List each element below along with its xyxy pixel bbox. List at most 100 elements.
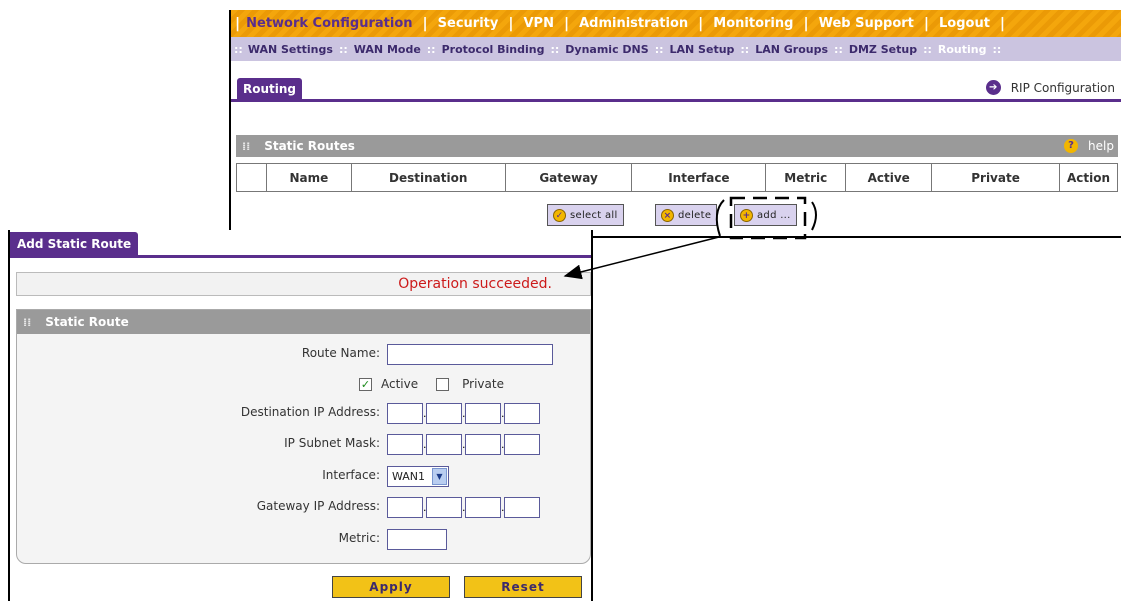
gateway-ip-octet-2[interactable] [426, 497, 462, 518]
destination-ip-octet-3[interactable] [465, 403, 501, 424]
nav-separator: | [563, 15, 570, 32]
nav-network-configuration[interactable]: Network Configuration [246, 16, 412, 31]
table-header-row: Name Destination Gateway Interface Metri… [236, 163, 1119, 192]
column-header-select [236, 163, 267, 192]
nav-separator: | [698, 15, 704, 32]
route-name-input[interactable] [387, 344, 553, 365]
subnav-separator: :: [654, 42, 664, 56]
subnav-lan-groups[interactable]: LAN Groups [755, 43, 828, 56]
nav-separator: | [235, 15, 241, 32]
interface-select[interactable]: WAN1 ▼ [387, 466, 449, 487]
subnet-mask-octet-4[interactable] [504, 434, 540, 455]
column-header-destination: Destination [350, 163, 506, 192]
static-routes-title: Static Routes [264, 139, 355, 153]
metric-row: Metric: [17, 528, 590, 552]
subnet-mask-octet-3[interactable] [465, 434, 501, 455]
static-route-header: ⁞⁞ Static Route [17, 310, 590, 334]
destination-ip-label: Destination IP Address: [240, 405, 380, 419]
subnav-dynamic-dns[interactable]: Dynamic DNS [565, 43, 648, 56]
subnav-separator: :: [923, 42, 932, 56]
interface-value: WAN1 [392, 470, 426, 483]
nav-logout[interactable]: Logout [939, 16, 990, 31]
active-private-row: ✓ Active Private [17, 373, 590, 397]
nav-separator: | [422, 15, 428, 32]
grip-icon: ⁞⁞ [242, 140, 251, 153]
column-header-metric: Metric [765, 163, 847, 192]
subnav-dmz-setup[interactable]: DMZ Setup [849, 43, 917, 56]
destination-ip-octet-2[interactable] [426, 403, 462, 424]
rip-configuration-link[interactable]: ➔ RIP Configuration [985, 80, 1115, 95]
nav-administration[interactable]: Administration [579, 16, 688, 31]
nav-separator: | [803, 15, 809, 32]
grip-icon: ⁞⁞ [23, 316, 32, 329]
gateway-ip-octet-4[interactable] [504, 497, 540, 518]
metric-label: Metric: [338, 531, 380, 545]
routing-window: | Network Configuration | Security | VPN… [229, 10, 1121, 238]
rip-configuration-label: RIP Configuration [1010, 80, 1115, 95]
column-header-name: Name [265, 163, 352, 192]
column-header-active: Active [845, 163, 933, 192]
subnet-mask-fields: . . . [387, 434, 540, 455]
metric-input[interactable] [387, 529, 447, 550]
add-route-tab-strip: Add Static Route [10, 230, 591, 258]
destination-ip-fields: . . . [387, 403, 540, 424]
route-name-label: Route Name: [301, 346, 380, 360]
help-link[interactable]: ? help [1064, 135, 1114, 157]
check-icon: ✓ [553, 208, 566, 222]
tab-add-static-route[interactable]: Add Static Route [10, 232, 139, 258]
subnav-separator: :: [234, 42, 243, 56]
subnav-wan-mode[interactable]: WAN Mode [354, 43, 421, 56]
static-route-title: Static Route [45, 315, 129, 329]
destination-ip-octet-4[interactable] [504, 403, 540, 424]
gateway-ip-row: Gateway IP Address: . . . [17, 496, 590, 520]
subnav-wan-settings[interactable]: WAN Settings [248, 43, 333, 56]
add-static-route-panel: Add Static Route Operation succeeded. ⁞⁞… [8, 230, 593, 601]
gateway-ip-octet-3[interactable] [465, 497, 501, 518]
active-checkbox[interactable]: ✓ [359, 377, 372, 391]
subnet-mask-octet-1[interactable] [387, 434, 423, 455]
reset-button[interactable]: Reset [464, 576, 582, 598]
nav-web-support[interactable]: Web Support [819, 16, 914, 31]
gateway-ip-octet-1[interactable] [387, 497, 423, 518]
nav-separator: | [508, 15, 514, 32]
select-all-button[interactable]: ✓ select all [547, 204, 624, 226]
add-label: add ... [757, 209, 791, 221]
routing-tab-strip: Routing ➔ RIP Configuration [231, 76, 1121, 102]
subnav-separator: :: [740, 42, 750, 56]
static-route-form: ⁞⁞ Static Route Route Name: ✓ Active Pri… [16, 309, 591, 564]
column-header-action: Action [1058, 163, 1119, 192]
subnav-separator: :: [550, 42, 560, 56]
close-icon: × [661, 208, 674, 222]
interface-label: Interface: [322, 468, 380, 482]
destination-ip-octet-1[interactable] [387, 403, 423, 424]
select-all-label: select all [570, 209, 618, 221]
tab-routing[interactable]: Routing [237, 78, 303, 102]
arrow-right-icon: ➔ [985, 80, 1001, 95]
help-label: help [1088, 139, 1114, 153]
add-button[interactable]: + add ... [734, 204, 797, 226]
static-routes-table: Name Destination Gateway Interface Metri… [236, 163, 1119, 192]
chevron-down-icon: ▼ [432, 468, 447, 485]
status-message: Operation succeeded. [16, 272, 591, 296]
subnet-mask-octet-2[interactable] [426, 434, 462, 455]
delete-label: delete [678, 209, 712, 221]
nav-vpn[interactable]: VPN [523, 16, 553, 31]
subnav-separator: :: [338, 42, 348, 56]
private-label: Private [462, 377, 504, 391]
delete-button[interactable]: × delete [655, 204, 718, 226]
secondary-nav: :: WAN Settings :: WAN Mode :: Protocol … [231, 37, 1121, 61]
subnav-lan-setup[interactable]: LAN Setup [670, 43, 735, 56]
plus-icon: + [740, 208, 753, 222]
nav-monitoring[interactable]: Monitoring [713, 16, 793, 31]
help-icon: ? [1064, 139, 1079, 153]
subnav-routing[interactable]: Routing [938, 43, 987, 56]
subnav-protocol-binding[interactable]: Protocol Binding [442, 43, 545, 56]
private-checkbox[interactable] [436, 377, 450, 391]
apply-button[interactable]: Apply [332, 576, 450, 598]
nav-separator: | [923, 15, 929, 32]
active-private-group: ✓ Active Private [359, 377, 504, 391]
static-routes-header: ⁞⁞ Static Routes ? help [236, 135, 1118, 157]
nav-security[interactable]: Security [438, 16, 499, 31]
column-header-interface: Interface [631, 163, 767, 192]
subnav-separator: :: [992, 42, 1002, 56]
